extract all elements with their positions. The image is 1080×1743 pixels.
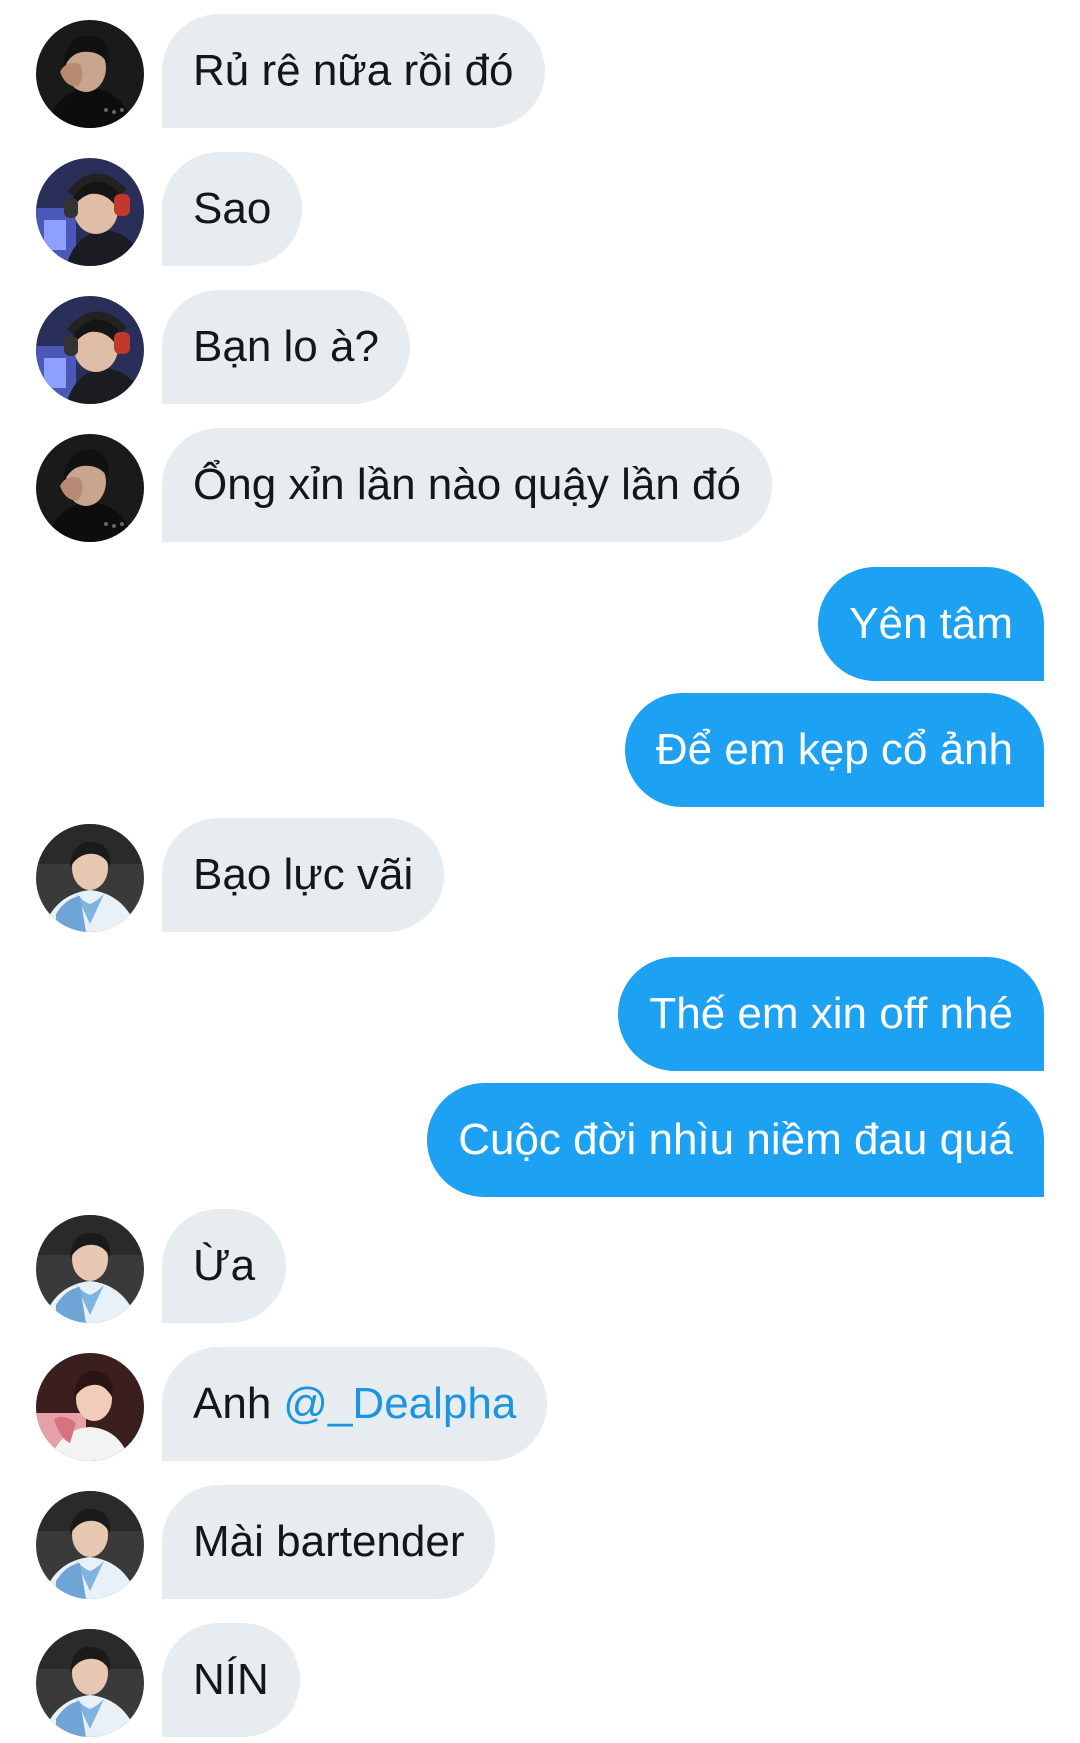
message-row: Sao xyxy=(0,152,1080,266)
avatar-image xyxy=(36,158,144,266)
outgoing-message-bubble[interactable]: Cuộc đời nhìu niềm đau quá xyxy=(427,1083,1044,1197)
avatar-image xyxy=(36,1353,144,1461)
avatar-image xyxy=(36,1629,144,1737)
incoming-message-bubble[interactable]: Bạo lực vãi xyxy=(162,818,445,932)
message-row: Để em kẹp cổ ảnh xyxy=(0,693,1080,807)
mention-link[interactable]: @_Dealpha xyxy=(283,1382,516,1426)
message-text: Cuộc đời nhìu niềm đau quá xyxy=(458,1115,1013,1164)
avatar-image xyxy=(36,296,144,404)
message-row: Yên tâm xyxy=(0,567,1080,681)
avatar[interactable] xyxy=(36,1353,144,1461)
incoming-message-bubble[interactable]: Ổng xỉn lần nào quậy lần đó xyxy=(162,428,772,542)
message-text: Anh xyxy=(193,1379,272,1428)
message-row: Bạn lo à? xyxy=(0,290,1080,404)
message-text: Bạo lực vãi xyxy=(193,850,414,899)
message-text: Sao xyxy=(193,184,272,233)
incoming-message-bubble[interactable]: Sao xyxy=(162,152,303,266)
outgoing-message-bubble[interactable]: Thế em xin off nhé xyxy=(618,957,1044,1071)
message-row: Rủ rê nữa rồi đó xyxy=(0,14,1080,128)
dm-conversation: { "conversation": { "messages": [ {"dire… xyxy=(0,0,1080,1743)
avatar[interactable] xyxy=(36,1491,144,1599)
incoming-message-bubble[interactable]: Anh @_Dealpha xyxy=(162,1347,548,1461)
outgoing-message-bubble[interactable]: Để em kẹp cổ ảnh xyxy=(624,693,1044,807)
avatar-image xyxy=(36,434,144,542)
avatar[interactable] xyxy=(36,1215,144,1323)
message-row: Mài bartender xyxy=(0,1485,1080,1599)
avatar[interactable] xyxy=(36,1629,144,1737)
message-row: NÍN xyxy=(0,1623,1080,1737)
message-row: Ổng xỉn lần nào quậy lần đó xyxy=(0,428,1080,542)
avatar[interactable] xyxy=(36,434,144,542)
message-text: Bạn lo à? xyxy=(193,322,379,371)
message-text: Thế em xin off nhé xyxy=(649,989,1013,1038)
message-row: Ừa xyxy=(0,1209,1080,1323)
message-text: Để em kẹp cổ ảnh xyxy=(655,725,1013,774)
incoming-message-bubble[interactable]: Bạn lo à? xyxy=(162,290,410,404)
message-text: Ừa xyxy=(193,1241,256,1290)
message-text: Mài bartender xyxy=(193,1517,465,1566)
avatar-image xyxy=(36,1215,144,1323)
message-text: Yên tâm xyxy=(849,599,1013,648)
message-text: Rủ rê nữa rồi đó xyxy=(193,46,514,95)
message-row: Cuộc đời nhìu niềm đau quá xyxy=(0,1083,1080,1197)
incoming-message-bubble[interactable]: Mài bartender xyxy=(162,1485,496,1599)
avatar[interactable] xyxy=(36,824,144,932)
avatar-image xyxy=(36,20,144,128)
avatar[interactable] xyxy=(36,158,144,266)
message-text: Ổng xỉn lần nào quậy lần đó xyxy=(193,460,741,509)
message-text: NÍN xyxy=(193,1655,269,1704)
outgoing-message-bubble[interactable]: Yên tâm xyxy=(818,567,1044,681)
message-row: Thế em xin off nhé xyxy=(0,957,1080,1071)
avatar-image xyxy=(36,1491,144,1599)
avatar-image xyxy=(36,824,144,932)
incoming-message-bubble[interactable]: NÍN xyxy=(162,1623,300,1737)
avatar[interactable] xyxy=(36,20,144,128)
incoming-message-bubble[interactable]: Ừa xyxy=(162,1209,287,1323)
message-row: Bạo lực vãi xyxy=(0,818,1080,932)
message-row: Anh @_Dealpha xyxy=(0,1347,1080,1461)
avatar[interactable] xyxy=(36,296,144,404)
incoming-message-bubble[interactable]: Rủ rê nữa rồi đó xyxy=(162,14,545,128)
